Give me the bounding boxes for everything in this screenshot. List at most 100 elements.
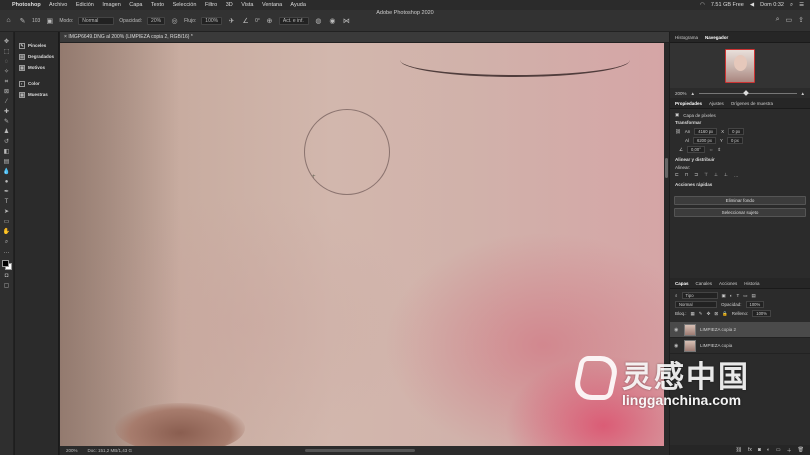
document-tab[interactable]: × IMGP6649.DNG al 200% (LIMPIEZA copia 2… (60, 32, 669, 43)
tab-clone-source[interactable]: Orígenes de muestra (731, 101, 773, 106)
tab-adjustments[interactable]: Ajustes (709, 101, 724, 106)
hand-tool-icon[interactable]: ✋ (2, 228, 11, 236)
menu-imagen[interactable]: Imagen (102, 2, 120, 8)
remove-background-button[interactable]: Eliminar fondo (674, 196, 806, 205)
dock-color[interactable]: ◐ Color (15, 78, 58, 89)
sample-icon[interactable]: ⊕ (265, 16, 274, 25)
lock-artboard-icon[interactable]: ⊠ (714, 311, 718, 317)
tab-navigator[interactable]: Navegador (705, 35, 728, 40)
navigator-preview[interactable] (670, 43, 810, 88)
tab-actions[interactable]: Acciones (719, 281, 737, 286)
menu-edicion[interactable]: Edición (76, 2, 94, 8)
zoom-level[interactable]: 200% (66, 448, 78, 453)
select-subject-button[interactable]: Seleccionar sujeto (674, 208, 806, 217)
fx-icon[interactable]: fx (748, 447, 752, 453)
menu-capa[interactable]: Capa (129, 2, 142, 8)
eraser-tool-icon[interactable]: ◧ (2, 148, 11, 156)
color-swatches[interactable] (1, 260, 12, 270)
layer-row[interactable]: ◉ LIMPIEZA copia 2 (670, 322, 810, 338)
zoom-slider-knob[interactable] (743, 89, 749, 96)
navigator-thumbnail[interactable] (725, 48, 755, 83)
filter-type-icon[interactable]: T (737, 293, 740, 298)
align-bottom-icon[interactable]: ⊥ (724, 172, 728, 178)
layer-name[interactable]: LIMPIEZA copia 2 (700, 327, 736, 332)
align-heading[interactable]: Alinear y distribuir (675, 157, 805, 162)
transform-heading[interactable]: Transformar (675, 120, 805, 125)
pen-tool-icon[interactable]: ✒ (2, 188, 11, 196)
angle-icon[interactable]: ∠ (241, 16, 250, 25)
pressure-opacity-icon[interactable]: ◎ (170, 16, 179, 25)
align-middle-icon[interactable]: ⊥ (714, 172, 718, 178)
menu-filtro[interactable]: Filtro (205, 2, 217, 8)
menu-texto[interactable]: Texto (151, 2, 164, 8)
lasso-tool-icon[interactable]: ◌ (2, 58, 11, 66)
path-select-tool-icon[interactable]: ➤ (2, 208, 11, 216)
screen-mode-icon[interactable]: ▢ (2, 282, 11, 290)
navigator-zoom[interactable]: 200% (675, 91, 687, 96)
menu-seleccion[interactable]: Selección (173, 2, 197, 8)
lock-all-icon[interactable]: 🔒 (722, 311, 728, 317)
x-input[interactable]: 0 px (728, 128, 745, 135)
opacity-input[interactable]: 20% (147, 16, 166, 25)
brush-settings-icon[interactable]: ▣ (45, 16, 54, 25)
more-tools-icon[interactable]: … (2, 248, 11, 256)
pressure-size-icon[interactable]: ◉ (328, 16, 337, 25)
blend-mode-select[interactable]: Normal (675, 301, 717, 308)
link-layers-icon[interactable]: ⛓ (736, 447, 742, 453)
mode-select[interactable]: Normal (78, 16, 115, 25)
menu-photoshop[interactable]: Photoshop (12, 2, 41, 8)
volume-icon[interactable]: ◀ (750, 2, 754, 8)
brush-size[interactable]: 103 (32, 18, 40, 24)
more-options-icon[interactable]: … (734, 173, 739, 178)
frame-tool-icon[interactable]: ⊠ (2, 88, 11, 96)
image-canvas[interactable]: + (60, 43, 664, 446)
symmetry-icon[interactable]: ⋈ (342, 16, 351, 25)
healing-brush-tool-icon[interactable]: ✚ (2, 108, 11, 116)
height-input[interactable]: 6200 px (693, 137, 716, 144)
vertical-scrollbar[interactable] (664, 43, 669, 446)
scroll-thumb[interactable] (665, 158, 668, 178)
eye-icon[interactable]: ◉ (674, 327, 680, 333)
zoom-out-icon[interactable]: ▲ (691, 91, 695, 96)
quick-mask-icon[interactable]: ◘ (2, 272, 11, 280)
zoom-slider[interactable] (698, 89, 797, 96)
crop-tool-icon[interactable]: ⌗ (2, 78, 11, 86)
lock-pixels-icon[interactable]: ▦ (691, 311, 695, 317)
eye-icon[interactable]: ◉ (674, 343, 680, 349)
filter-pixel-icon[interactable]: ▣ (722, 293, 726, 299)
tab-histogram[interactable]: Histograma (675, 35, 698, 40)
layer-filter-select[interactable]: Tipo (681, 292, 718, 299)
flip-horizontal-icon[interactable]: ⇔ (709, 147, 714, 152)
wifi-icon[interactable]: ◠ (700, 2, 705, 8)
menu-3d[interactable]: 3D (226, 2, 233, 8)
quick-select-tool-icon[interactable]: ✧ (2, 68, 11, 76)
group-icon[interactable]: ▭ (776, 447, 781, 453)
search-icon[interactable]: ⌕ (790, 2, 793, 9)
menu-archivo[interactable]: Archivo (49, 2, 67, 8)
search-icon[interactable]: ⌕ (776, 16, 780, 24)
foreground-color-swatch[interactable] (1, 260, 9, 267)
menu-list-icon[interactable]: ☰ (799, 2, 804, 8)
align-left-icon[interactable]: ⊏ (675, 172, 679, 178)
angle-input[interactable]: 0,00° (687, 146, 705, 153)
menu-ayuda[interactable]: Ayuda (290, 2, 306, 8)
y-input[interactable]: 0 px (726, 137, 743, 144)
tab-history[interactable]: Historia (744, 281, 759, 286)
move-tool-icon[interactable]: ✥ (2, 38, 11, 46)
zoom-tool-icon[interactable]: ⌕ (2, 238, 11, 246)
blur-tool-icon[interactable]: 💧 (2, 168, 11, 176)
brush-tool-icon[interactable]: ✎ (18, 16, 27, 25)
link-icon[interactable]: ⛓ (675, 129, 681, 135)
airbrush-icon[interactable]: ✈ (227, 16, 236, 25)
zoom-in-icon[interactable]: ▲ (801, 91, 805, 96)
align-center-icon[interactable]: ⊓ (685, 172, 689, 178)
share-icon[interactable]: ⇪ (798, 16, 804, 24)
ignore-adjustments-icon[interactable]: ◍ (314, 16, 323, 25)
layer-row[interactable]: ◉ LIMPIEZA copia (670, 338, 810, 354)
dock-patterns[interactable]: ▦ Motivos (15, 62, 58, 73)
dock-swatches[interactable]: ▦ Muestras (15, 89, 58, 100)
shape-tool-icon[interactable]: ▭ (2, 218, 11, 226)
home-icon[interactable]: ⌂ (4, 16, 13, 25)
mask-icon[interactable]: ◙ (758, 447, 761, 453)
tab-properties[interactable]: Propiedades (675, 101, 702, 106)
